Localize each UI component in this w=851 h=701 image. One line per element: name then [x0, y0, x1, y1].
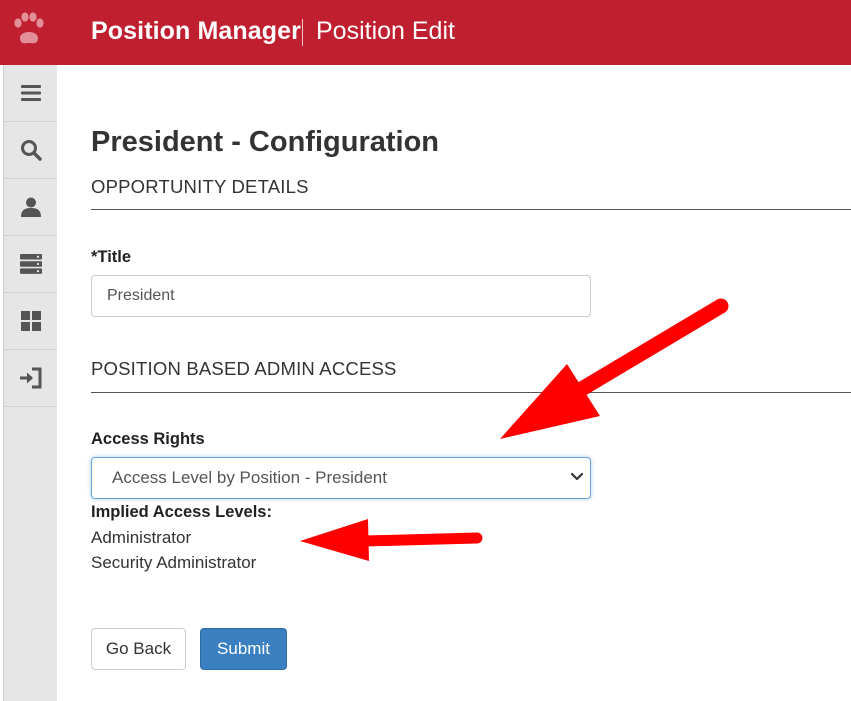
annotation-arrow-to-levels	[300, 519, 483, 561]
page-title: President - Configuration	[91, 126, 439, 158]
menu-icon	[20, 85, 41, 101]
sidebar-item-sign-in[interactable]	[4, 350, 57, 407]
user-icon	[20, 197, 41, 217]
go-back-button[interactable]: Go Back	[91, 628, 186, 670]
page-breadcrumb: Position Edit	[316, 17, 455, 45]
access-rights-select[interactable]: Access Level by Position - President	[91, 457, 591, 499]
annotation-arrows	[300, 298, 729, 561]
title-label: *Title	[91, 248, 132, 266]
implied-access-levels-label: Implied Access Levels:	[91, 503, 272, 521]
submit-button[interactable]: Submit	[200, 628, 287, 670]
access-level-item: Security Administrator	[91, 553, 257, 572]
app-title: Position Manager	[91, 17, 301, 45]
section-divider	[91, 392, 851, 393]
annotation-arrow-to-select	[500, 298, 729, 439]
sidebar-item-search[interactable]	[4, 122, 57, 179]
sidebar-item-dashboard[interactable]	[4, 293, 57, 350]
title-input[interactable]: President	[91, 275, 591, 317]
access-rights-selected-value: Access Level by Position - President	[112, 468, 387, 487]
section-heading-opportunity: OPPORTUNITY DETAILS	[91, 176, 309, 197]
section-heading-admin-access: POSITION BASED ADMIN ACCESS	[91, 358, 397, 379]
access-level-item: Administrator	[91, 528, 192, 547]
header-divider	[302, 19, 303, 46]
search-icon	[20, 140, 42, 161]
sign-in-icon	[19, 367, 41, 389]
sidebar-item-user[interactable]	[4, 179, 57, 236]
chevron-down-icon	[570, 472, 584, 481]
sidebar	[3, 65, 57, 701]
app-header: Position Manager Position Edit	[0, 0, 851, 65]
access-rights-label: Access Rights	[91, 430, 205, 448]
grid-icon	[20, 311, 41, 331]
section-divider	[91, 209, 851, 210]
server-icon	[19, 254, 42, 274]
sidebar-item-server[interactable]	[4, 236, 57, 293]
sidebar-item-menu[interactable]	[4, 65, 57, 122]
paw-print-icon[interactable]	[12, 12, 46, 50]
